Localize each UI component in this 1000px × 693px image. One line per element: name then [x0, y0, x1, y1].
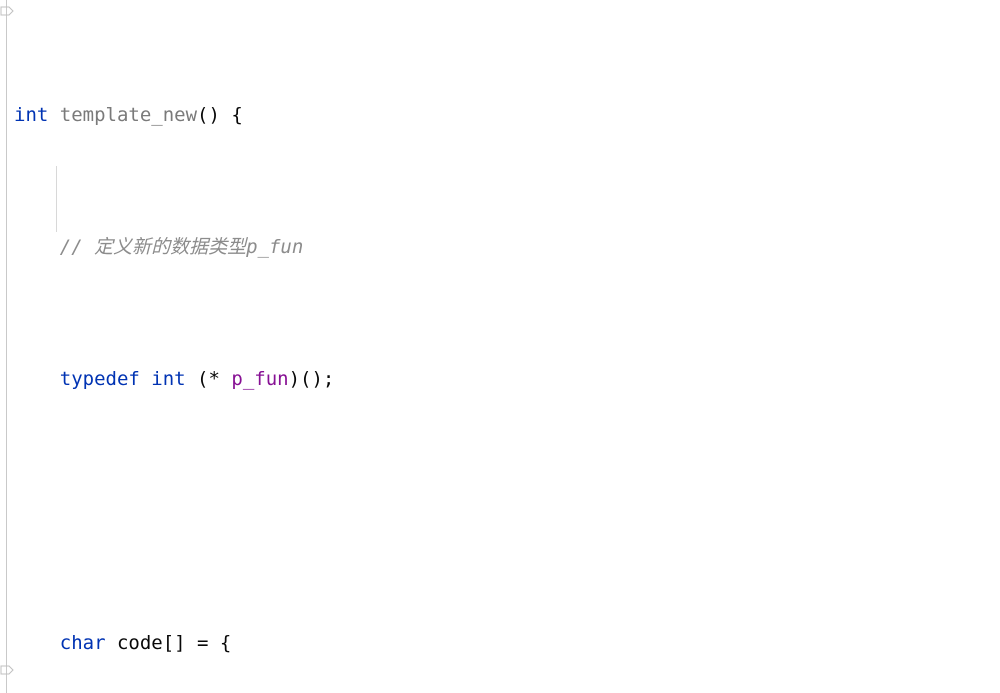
keyword-int: int — [14, 104, 49, 126]
pointer-open: (* — [185, 368, 232, 390]
keyword-typedef: typedef — [59, 368, 140, 390]
keyword-int: int — [139, 368, 186, 390]
comment-define-new-type: // 定义新的数据类型p_fun — [59, 236, 304, 258]
code-line-1-tail: () { — [197, 104, 243, 126]
function-name-template-new: template_new — [48, 104, 198, 126]
code-line-5[interactable]: char code[] = { — [0, 627, 1000, 660]
code-editor[interactable]: int template_new() { // 定义新的数据类型p_fun ty… — [0, 0, 1000, 693]
type-p-fun: p_fun — [231, 368, 289, 390]
code-line-1[interactable]: int template_new() { — [0, 99, 1000, 132]
blank — [14, 500, 25, 522]
code-line-4-blank[interactable] — [0, 495, 1000, 528]
code-line-3[interactable]: typedef int (* p_fun)(); — [0, 363, 1000, 396]
code-line-2[interactable]: // 定义新的数据类型p_fun — [0, 231, 1000, 264]
keyword-char: char — [59, 632, 106, 654]
pointer-close: )(); — [288, 368, 335, 390]
code-array-decl: code[] = { — [105, 632, 232, 654]
code-content[interactable]: int template_new() { // 定义新的数据类型p_fun ty… — [0, 0, 1000, 693]
